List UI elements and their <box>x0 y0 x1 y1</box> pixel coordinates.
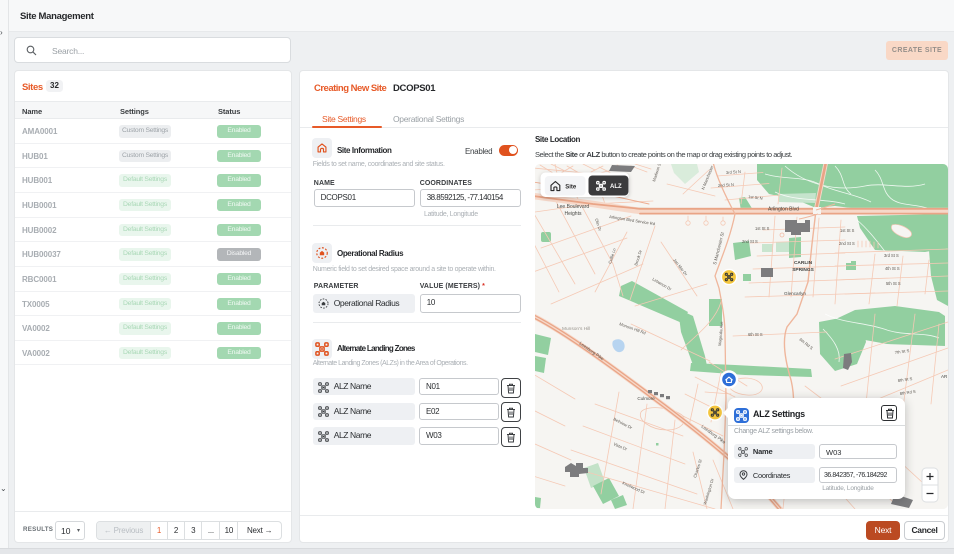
svg-text:1st St S: 1st St S <box>755 226 770 231</box>
svg-text:3rd St S: 3rd St S <box>884 253 899 258</box>
svg-text:SPRINGS: SPRINGS <box>792 267 814 273</box>
svg-text:Glencarlyn: Glencarlyn <box>784 291 806 296</box>
svg-text:3rd St N: 3rd St N <box>726 169 741 175</box>
svg-text:Culmore: Culmore <box>637 396 655 401</box>
svg-text:CARLIN: CARLIN <box>794 260 813 266</box>
svg-text:2nd St S: 2nd St S <box>742 239 758 244</box>
svg-text:Site: Site <box>565 184 577 190</box>
svg-text:Heights: Heights <box>565 211 582 217</box>
svg-text:6th St S: 6th St S <box>748 332 763 337</box>
svg-text:2nd St S: 2nd St S <box>839 241 855 246</box>
svg-text:Munson's Hill: Munson's Hill <box>562 326 590 332</box>
svg-text:5th St S: 5th St S <box>886 281 901 286</box>
svg-text:Arlington Blvd: Arlington Blvd <box>768 207 799 213</box>
svg-text:4th St S: 4th St S <box>885 266 900 271</box>
svg-text:AR: AR <box>941 374 948 379</box>
svg-text:1st St S: 1st St S <box>840 228 855 233</box>
svg-text:Lee Boulevard: Lee Boulevard <box>557 204 589 210</box>
svg-text:ALZ: ALZ <box>610 184 622 190</box>
